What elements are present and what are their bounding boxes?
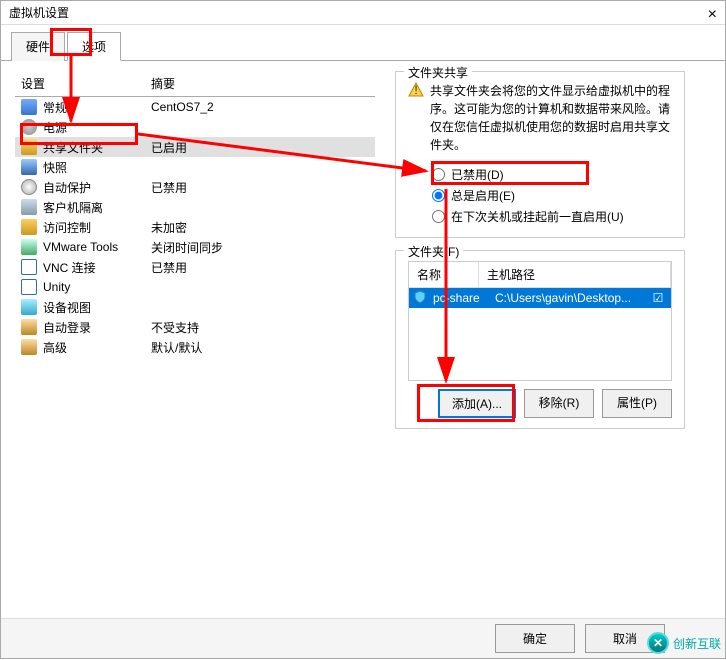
settings-list-header: 设置 摘要 — [15, 71, 375, 97]
right-panel: 文件夹共享 ! 共享文件夹会将您的文件显示给虚拟机中的程序。这可能为您的计算机和… — [395, 71, 685, 441]
setting-summary: 已启用 — [151, 139, 369, 156]
setting-icon — [21, 259, 37, 275]
folders-table: 名称 主机路径 pc-share C:\Users\gavin\Desktop.… — [408, 261, 672, 381]
folders-group: 文件夹(F) 名称 主机路径 pc-share C:\Users\gavin\D… — [395, 250, 685, 429]
properties-button[interactable]: 属性(P) — [602, 389, 672, 418]
settings-list-panel: 设置 摘要 常规CentOS7_2电源共享文件夹已启用快照自动保护已禁用客户机隔… — [15, 71, 375, 441]
setting-summary: 已禁用 — [151, 259, 369, 276]
setting-summary: 不受支持 — [151, 319, 369, 336]
setting-icon — [21, 279, 37, 295]
setting-name: 客户机隔离 — [43, 199, 151, 216]
setting-icon — [21, 159, 37, 175]
watermark-icon: ✕ — [647, 632, 669, 654]
share-group: 文件夹共享 ! 共享文件夹会将您的文件显示给虚拟机中的程序。这可能为您的计算机和… — [395, 71, 685, 238]
folder-row[interactable]: pc-share C:\Users\gavin\Desktop... ☑ — [409, 288, 671, 308]
setting-item[interactable]: VNC 连接已禁用 — [15, 257, 375, 277]
title-bar: 虚拟机设置 × — [1, 1, 725, 25]
setting-summary: 默认/默认 — [151, 339, 369, 356]
setting-item[interactable]: 快照 — [15, 157, 375, 177]
setting-item[interactable]: 客户机隔离 — [15, 197, 375, 217]
folder-name: pc-share — [433, 291, 495, 305]
setting-icon — [21, 319, 37, 335]
setting-name: 常规 — [43, 99, 151, 116]
setting-item[interactable]: 常规CentOS7_2 — [15, 97, 375, 117]
setting-icon — [21, 219, 37, 235]
setting-item[interactable]: 设备视图 — [15, 297, 375, 317]
setting-icon — [21, 199, 37, 215]
tab-hardware[interactable]: 硬件 — [11, 32, 65, 61]
setting-item[interactable]: 访问控制未加密 — [15, 217, 375, 237]
dialog-footer: 确定 取消 — [1, 618, 725, 658]
shield-icon — [413, 290, 429, 306]
ok-button[interactable]: 确定 — [495, 624, 575, 653]
setting-item[interactable]: 高级默认/默认 — [15, 337, 375, 357]
folder-path: C:\Users\gavin\Desktop... — [495, 291, 649, 305]
setting-summary: 关闭时间同步 — [151, 239, 369, 256]
setting-item[interactable]: Unity — [15, 277, 375, 297]
remove-button[interactable]: 移除(R) — [524, 389, 594, 418]
setting-icon — [21, 339, 37, 355]
folder-checkbox[interactable]: ☑ — [649, 291, 667, 305]
setting-name: 电源 — [43, 119, 151, 136]
folders-header-path[interactable]: 主机路径 — [479, 262, 671, 287]
setting-summary: CentOS7_2 — [151, 100, 369, 114]
settings-list: 常规CentOS7_2电源共享文件夹已启用快照自动保护已禁用客户机隔离访问控制未… — [15, 97, 375, 357]
folders-group-title: 文件夹(F) — [404, 243, 463, 260]
folders-header-name[interactable]: 名称 — [409, 262, 479, 287]
setting-summary: 未加密 — [151, 219, 369, 236]
folders-header: 名称 主机路径 — [409, 262, 671, 288]
setting-name: 自动保护 — [43, 179, 151, 196]
setting-name: VMware Tools — [43, 240, 151, 254]
warning-row: ! 共享文件夹会将您的文件显示给虚拟机中的程序。这可能为您的计算机和数据带来风险… — [408, 82, 672, 154]
radio-always-enabled[interactable]: 总是启用(E) — [408, 185, 672, 206]
setting-icon — [21, 179, 37, 195]
setting-item[interactable]: 自动登录不受支持 — [15, 317, 375, 337]
setting-item[interactable]: 自动保护已禁用 — [15, 177, 375, 197]
setting-item[interactable]: VMware Tools关闭时间同步 — [15, 237, 375, 257]
setting-name: VNC 连接 — [43, 259, 151, 276]
setting-icon — [21, 119, 37, 135]
radio-always-input[interactable] — [432, 189, 445, 202]
setting-name: 访问控制 — [43, 219, 151, 236]
close-icon[interactable]: × — [708, 3, 717, 27]
warning-text: 共享文件夹会将您的文件显示给虚拟机中的程序。这可能为您的计算机和数据带来风险。请… — [430, 82, 672, 154]
header-summary: 摘要 — [151, 75, 369, 92]
setting-name: 共享文件夹 — [43, 139, 151, 156]
radio-disabled-input[interactable] — [432, 168, 445, 181]
tab-bar: 硬件 选项 — [1, 31, 725, 61]
svg-text:!: ! — [414, 83, 417, 97]
content-area: 设置 摘要 常规CentOS7_2电源共享文件夹已启用快照自动保护已禁用客户机隔… — [1, 61, 725, 451]
setting-item[interactable]: 共享文件夹已启用 — [15, 137, 375, 157]
setting-icon — [21, 239, 37, 255]
header-setting: 设置 — [21, 75, 151, 92]
share-group-title: 文件夹共享 — [404, 64, 472, 81]
folder-buttons: 添加(A)... 移除(R) 属性(P) — [408, 389, 672, 418]
warning-icon: ! — [408, 82, 424, 98]
window-title: 虚拟机设置 — [9, 6, 69, 20]
setting-name: 设备视图 — [43, 299, 151, 316]
setting-name: 自动登录 — [43, 319, 151, 336]
watermark: ✕ 创新互联 — [647, 632, 721, 654]
add-button[interactable]: 添加(A)... — [438, 389, 516, 418]
setting-item[interactable]: 电源 — [15, 117, 375, 137]
watermark-text: 创新互联 — [673, 635, 721, 652]
tab-options[interactable]: 选项 — [67, 32, 121, 61]
setting-summary: 已禁用 — [151, 179, 369, 196]
radio-until-input[interactable] — [432, 210, 445, 223]
setting-icon — [21, 99, 37, 115]
setting-name: 快照 — [43, 159, 151, 176]
radio-disabled[interactable]: 已禁用(D) — [408, 164, 672, 185]
setting-icon — [21, 299, 37, 315]
radio-until-shutdown[interactable]: 在下次关机或挂起前一直启用(U) — [408, 206, 672, 227]
setting-name: Unity — [43, 280, 151, 294]
setting-icon — [21, 139, 37, 155]
setting-name: 高级 — [43, 339, 151, 356]
